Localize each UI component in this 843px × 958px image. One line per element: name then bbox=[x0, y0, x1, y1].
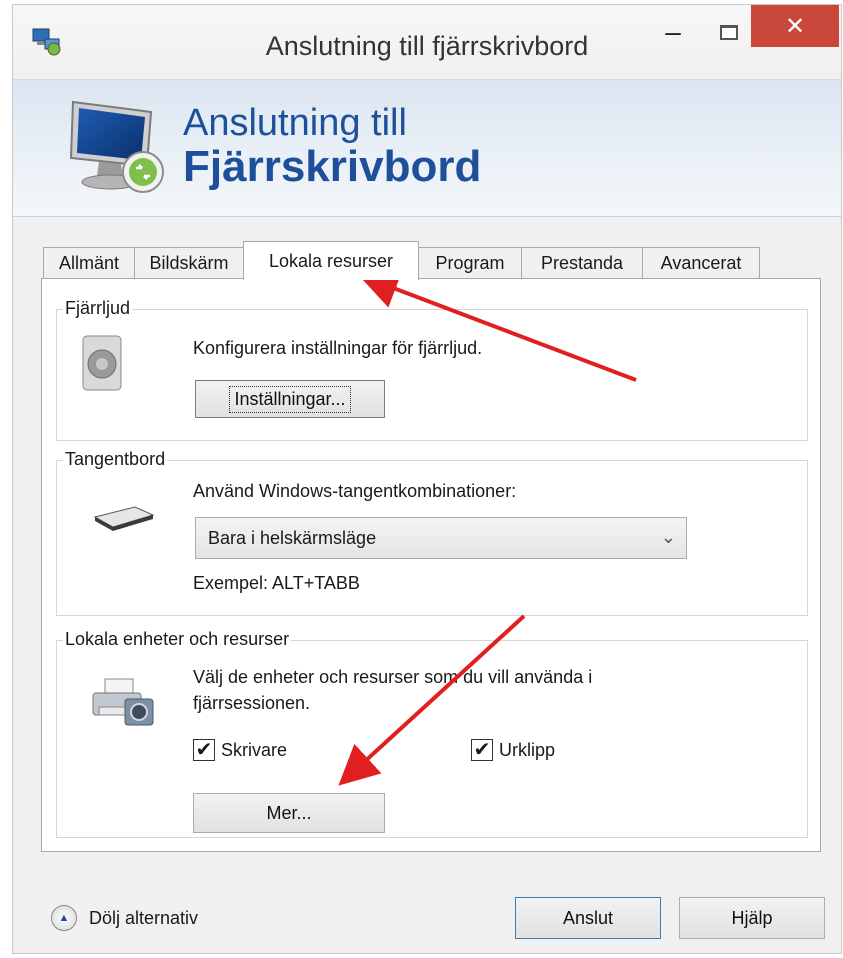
close-button[interactable]: ✕ bbox=[751, 5, 839, 47]
clipboard-label: Urklipp bbox=[499, 739, 556, 760]
keyboard-combination-select[interactable]: Bara i helskärmsläge ⌄ bbox=[195, 517, 687, 559]
remote-audio-description: Konfigurera inställningar för fjärrljud. bbox=[193, 338, 483, 358]
clipboard-checkbox[interactable]: ✔ bbox=[471, 739, 493, 761]
rdp-window: Anslutning till fjärrskrivbord – ✕ Anslu… bbox=[12, 4, 842, 954]
keyboard-group: Tangentbord Använd Windows-tangentkombin… bbox=[56, 449, 808, 616]
monitor-connection-icon bbox=[69, 100, 164, 193]
banner-title-line2: Fjärrskrivbord bbox=[183, 142, 482, 191]
printer-camera-icon bbox=[92, 678, 154, 726]
tab-avancerat[interactable]: Avancerat bbox=[642, 247, 760, 279]
remote-audio-legend: Fjärrljud bbox=[63, 298, 133, 319]
connect-button[interactable]: Anslut bbox=[515, 897, 661, 939]
printers-checkbox-row[interactable]: ✔ Skrivare bbox=[193, 739, 287, 761]
local-devices-description-line1: Välj de enheter och resurser som du vill… bbox=[193, 667, 593, 687]
keyboard-legend: Tangentbord bbox=[63, 449, 168, 470]
keyboard-prompt: Använd Windows-tangentkombinationer: bbox=[193, 481, 517, 501]
local-devices-group: Lokala enheter och resurser Välj de enhe… bbox=[56, 629, 808, 838]
title-bar[interactable]: Anslutning till fjärrskrivbord – ✕ bbox=[13, 5, 841, 79]
header-banner: Anslutning till Fjärrskrivbord bbox=[13, 79, 841, 217]
tab-panel-lokala-resurser: Fjärrljud Konfigurera inställningar för … bbox=[41, 278, 821, 852]
minimize-button[interactable]: – bbox=[653, 15, 693, 49]
tab-allmant[interactable]: Allmänt bbox=[43, 247, 135, 279]
printers-label: Skrivare bbox=[221, 739, 288, 760]
tab-bildskarm[interactable]: Bildskärm bbox=[134, 247, 244, 279]
audio-settings-label: Inställningar... bbox=[229, 385, 351, 413]
help-button[interactable]: Hjälp bbox=[679, 897, 825, 939]
clipboard-checkbox-row[interactable]: ✔ Urklipp bbox=[471, 739, 555, 761]
tab-lokala-resurser[interactable]: Lokala resurser bbox=[243, 241, 419, 280]
local-devices-legend: Lokala enheter och resurser bbox=[63, 629, 292, 650]
tab-program[interactable]: Program bbox=[418, 247, 522, 279]
printers-checkbox[interactable]: ✔ bbox=[193, 739, 215, 761]
keyboard-selected-option: Bara i helskärmsläge bbox=[208, 527, 377, 548]
remote-audio-group: Fjärrljud Konfigurera inställningar för … bbox=[56, 298, 808, 441]
maximize-icon bbox=[720, 24, 738, 40]
keyboard-icon bbox=[93, 506, 155, 531]
more-button[interactable]: Mer... bbox=[193, 793, 385, 833]
keyboard-example: Exempel: ALT+TABB bbox=[193, 573, 360, 593]
audio-settings-button[interactable]: Inställningar... bbox=[195, 380, 385, 418]
tab-prestanda[interactable]: Prestanda bbox=[521, 247, 643, 279]
speaker-icon bbox=[82, 335, 122, 391]
local-devices-description-line2: fjärrsessionen. bbox=[193, 693, 311, 713]
hide-options-label: Dölj alternativ bbox=[89, 907, 199, 928]
chevron-down-icon: ⌄ bbox=[660, 527, 676, 547]
banner-title-line1: Anslutning till bbox=[183, 102, 407, 144]
hide-options-toggle[interactable]: ▲ Dölj alternativ bbox=[51, 905, 198, 931]
chevron-up-icon: ▲ bbox=[51, 905, 77, 931]
maximize-button[interactable] bbox=[709, 15, 749, 49]
